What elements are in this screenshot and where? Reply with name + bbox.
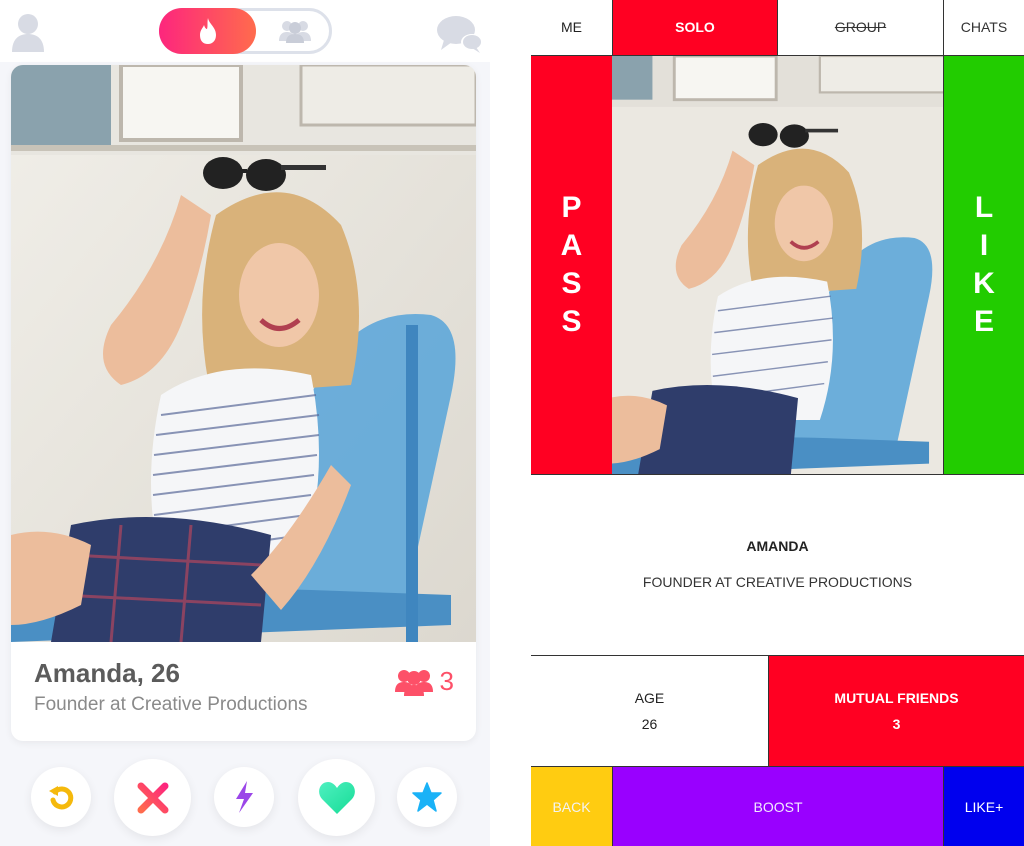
- wireframe-screen: ME SOLO GROUP CHATS P A S S L I K E AMAN…: [531, 0, 1024, 846]
- pass-button[interactable]: P A S S: [531, 55, 613, 475]
- pass-letter: S: [561, 267, 582, 300]
- like-letter: I: [979, 229, 989, 262]
- heart-icon: [318, 781, 355, 814]
- super-like-button[interactable]: [397, 767, 457, 827]
- chat-bubbles-icon: [437, 16, 483, 53]
- like-plus-button[interactable]: LIKE+: [943, 766, 1024, 846]
- age-label: AGE: [634, 690, 665, 706]
- mutual-friends-stat[interactable]: MUTUAL FRIENDS 3: [768, 655, 1024, 767]
- like-letter: E: [973, 305, 994, 338]
- close-icon: [137, 782, 168, 813]
- group-mode-button[interactable]: [262, 11, 328, 51]
- tinder-app-screen: Amanda, 26 Founder at Creative Productio…: [0, 0, 490, 846]
- like-label: L I K E: [973, 189, 995, 341]
- like-button[interactable]: L I K E: [943, 55, 1024, 475]
- profile-name-age: Amanda, 26: [34, 658, 180, 688]
- like-letter: K: [973, 267, 995, 300]
- like-button[interactable]: [298, 759, 375, 836]
- lightning-icon: [236, 781, 253, 813]
- profile-name: AMANDA: [746, 538, 809, 554]
- profile-card-info: Amanda, 26 Founder at Creative Productio…: [11, 642, 476, 741]
- rewind-icon: [49, 786, 74, 810]
- group-icon: [279, 21, 311, 43]
- mutual-friends-count: 3: [439, 666, 454, 696]
- profile-photo-illustration: [11, 65, 476, 643]
- mutual-friends-label: MUTUAL FRIENDS: [834, 690, 959, 706]
- rewind-button[interactable]: [31, 767, 91, 827]
- mutual-friends-value: 3: [892, 716, 901, 732]
- top-bar: [0, 0, 490, 62]
- profile-job: FOUNDER AT CREATIVE PRODUCTIONS: [642, 574, 913, 590]
- pass-letter: P: [561, 191, 582, 224]
- star-icon: [412, 782, 442, 812]
- nav-tab-group[interactable]: GROUP: [777, 0, 944, 56]
- profile-photo[interactable]: [612, 55, 944, 475]
- profile-button[interactable]: [10, 12, 46, 54]
- nav-tab-solo[interactable]: SOLO: [612, 0, 778, 56]
- mode-toggle[interactable]: [159, 8, 332, 54]
- boost-button[interactable]: [214, 767, 274, 827]
- age-value: 26: [641, 716, 658, 732]
- back-button[interactable]: BACK: [531, 766, 613, 846]
- chats-button[interactable]: [436, 14, 484, 54]
- pass-letter: A: [560, 229, 583, 262]
- flame-icon: [199, 18, 216, 44]
- pass-letter: S: [561, 305, 582, 338]
- pass-label: P A S S: [561, 189, 583, 341]
- mutual-friends-badge[interactable]: 3: [394, 666, 454, 697]
- group-icon: [394, 669, 433, 696]
- profile-photo-illustration: [612, 56, 944, 474]
- nope-button[interactable]: [114, 759, 191, 836]
- person-icon: [12, 14, 44, 52]
- boost-button[interactable]: BOOST: [612, 766, 944, 846]
- profile-photo[interactable]: [11, 65, 476, 643]
- profile-card[interactable]: Amanda, 26 Founder at Creative Productio…: [11, 65, 476, 741]
- age-stat: AGE 26: [531, 655, 769, 767]
- nav-tab-chats[interactable]: CHATS: [943, 0, 1024, 56]
- solo-mode-button[interactable]: [159, 8, 256, 54]
- nav-tab-me[interactable]: ME: [531, 0, 613, 56]
- like-letter: L: [974, 191, 994, 224]
- profile-job: Founder at Creative Productions: [34, 694, 308, 715]
